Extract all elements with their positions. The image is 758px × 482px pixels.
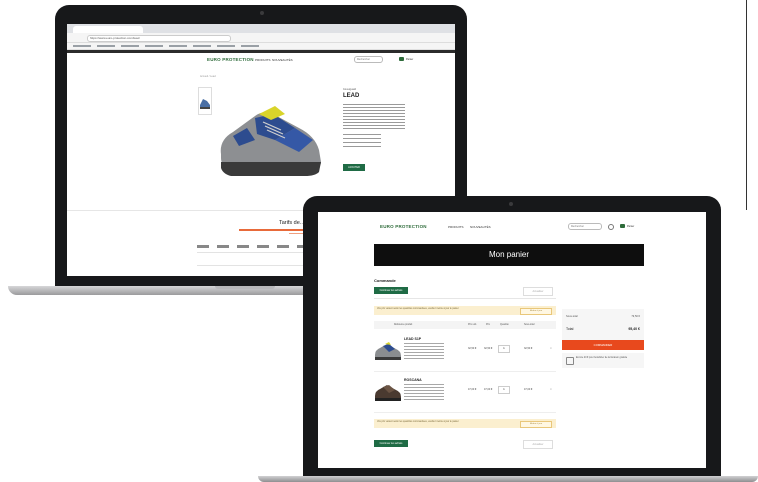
notice-text: Vos prix varient selon les quantités com… [377,308,459,310]
cart-item-row: ROSCANA 47,00 € 47,00 € 1 47,00 € × [374,372,556,413]
subtotal-value: 79,50 € [631,315,640,318]
cart-icon[interactable] [399,57,404,61]
subtotal: 32,50 € [524,347,533,350]
nav-new[interactable]: NOUVEAUTÉS [272,58,293,62]
product-specs [343,134,381,150]
total-value: 95,40 € [628,327,640,331]
shipping-info-box: Encore 20 € pour bénéficier de la livrai… [562,353,644,368]
quantity-notice: Vos prix varient selon les quantités com… [374,306,556,315]
checkout-button[interactable]: COMMANDER [562,340,644,350]
cart-page-screen: EURO PROTECTION PRODUITS NOUVEAUTÉS Rech… [318,212,706,468]
subtotal-label: Sous-total [566,315,578,318]
bookmark-items[interactable] [73,45,263,47]
truck-icon [566,357,574,365]
shoe-thumb-icon [200,99,210,109]
divider [374,298,556,299]
remove-item-icon[interactable]: × [550,346,552,350]
page-title: Mon panier [374,244,644,266]
continue-shopping-button[interactable]: Continuer les achats [374,440,408,447]
edge-rule [746,0,747,210]
laptop-back-notch [215,286,275,289]
product-image [215,84,327,197]
col-unit-price: Prix unit. [468,324,477,326]
site-logo[interactable]: EURO PROTECTION [207,57,254,62]
continue-shopping-button[interactable]: Continuer les achats [374,287,408,294]
product-details [404,343,444,361]
product-name[interactable]: LEAD S1P [404,337,421,341]
pricing-section-title: Tarifs de... [279,220,305,226]
subtotal: 47,00 € [524,388,533,391]
cart-icon[interactable] [620,224,625,228]
update-cart-button[interactable]: Actualiser [523,287,553,296]
cart-label[interactable]: Panier [627,225,634,228]
add-to-cart-button[interactable]: AJOUTER [343,164,365,171]
col-quantity: Quantité [500,324,509,326]
remove-item-icon[interactable]: × [550,387,552,391]
search-input[interactable]: Rechercher [354,56,383,63]
notice-update-button[interactable]: Mettre à jour [520,307,552,315]
nav-products[interactable]: PRODUITS [448,225,464,229]
nav-new[interactable]: NOUVEAUTÉS [470,225,491,229]
quantity-notice: Vos prix varient selon les quantités com… [374,419,556,428]
cart-item-row: LEAD S1P 32,50 € 32,50 € 1 32,50 € × [374,331,556,372]
shipping-info-text: Encore 20 € pour bénéficier de la livrai… [576,357,628,359]
shoe-blue-icon [375,342,401,360]
unit-price: 32,50 € [468,347,477,350]
product-name[interactable]: ROSCANA [404,378,422,382]
browser-tab[interactable] [73,26,143,33]
product-description [343,104,405,130]
notice-update-button[interactable]: Mettre à jour [520,420,552,428]
order-heading: Commande [374,278,396,283]
nav-products[interactable]: PRODUITS [255,58,271,62]
cart-table-header: Référence produit Prix unit. Prix Quanti… [374,321,556,329]
update-cart-button[interactable]: Actualiser [523,440,553,449]
col-price: Prix [486,324,490,326]
user-icon[interactable] [608,224,614,230]
product-thumbnail[interactable] [198,87,212,115]
breadcrumb[interactable]: Accueil / Lead [200,75,216,78]
notice-text: Vos prix varient selon les quantités com… [377,421,459,423]
search-input[interactable]: Rechercher [568,223,602,230]
camera [260,11,264,15]
laptop-front-base [258,476,758,482]
product-title: LEAD [343,93,360,99]
order-summary: Sous-total 79,50 € Total 95,40 € [562,309,644,343]
quantity-stepper[interactable]: 1 [498,345,510,353]
col-reference: Référence produit [394,324,413,326]
quantity-stepper[interactable]: 1 [498,386,510,394]
camera [509,202,513,206]
site-top-strip [67,50,455,53]
product-details [404,384,444,402]
unit-price: 47,00 € [468,388,477,391]
shoe-brown-icon [375,385,401,401]
address-bar[interactable]: https://www.euro-protection.com/lead [87,35,231,42]
product-brand: Coverguard [343,88,357,91]
cart-label[interactable]: Panier [406,58,413,61]
site-logo[interactable]: EURO PROTECTION [380,224,427,229]
price: 32,50 € [484,347,493,350]
total-label: Total [566,327,574,331]
col-subtotal: Sous-total [524,324,535,326]
price: 47,00 € [484,388,493,391]
